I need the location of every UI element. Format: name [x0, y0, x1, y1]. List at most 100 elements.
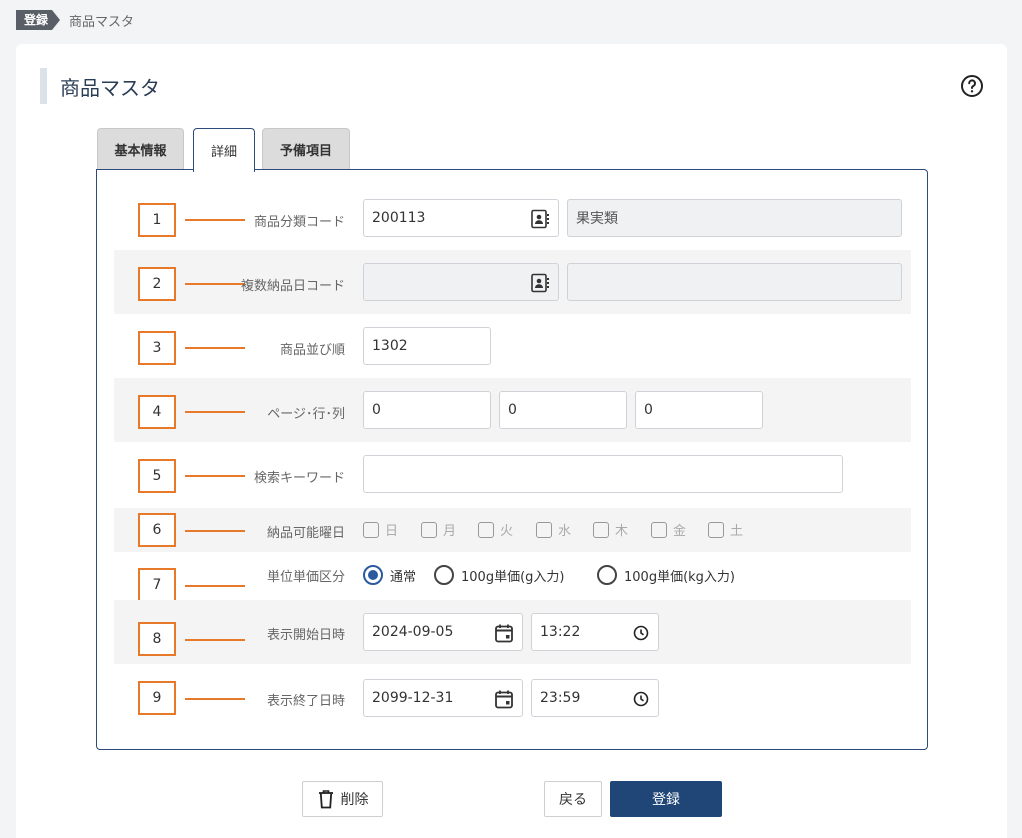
checkbox-label: 月: [443, 524, 457, 539]
checkbox-sunday[interactable]: 日: [363, 520, 398, 539]
row-number: 6: [138, 513, 176, 547]
category-name-display: 果実類: [567, 199, 902, 237]
breadcrumb: 登録 商品マスタ: [16, 9, 134, 31]
row-page-row-column: 4 ページ･行･列 0 0 0: [114, 378, 911, 442]
radio-dot[interactable]: [434, 565, 454, 585]
sort-order-input[interactable]: 1302: [363, 327, 491, 365]
search-keyword-input[interactable]: [363, 455, 843, 493]
radio-dot[interactable]: [363, 565, 383, 585]
page-input[interactable]: 0: [363, 391, 491, 429]
checkbox-wednesday[interactable]: 水: [536, 520, 571, 539]
breadcrumb-tag[interactable]: 登録: [16, 10, 61, 30]
checkbox-label: 土: [730, 524, 744, 539]
checkbox-monday[interactable]: 月: [421, 520, 456, 539]
calendar-icon[interactable]: [494, 689, 514, 709]
checkbox-box[interactable]: [421, 521, 437, 538]
radio-100g-kg-input[interactable]: 100g単価(kg入力): [597, 565, 735, 585]
category-code-value: 200113: [372, 210, 426, 226]
row-display-end: 9 表示終了日時 2099-12-31 23:59: [114, 664, 911, 734]
checkbox-box[interactable]: [651, 521, 667, 538]
tab-basic-info[interactable]: 基本情報: [97, 128, 184, 170]
row-search-keyword: 5 検索キーワード: [114, 442, 911, 506]
radio-100g-g-input[interactable]: 100g単価(g入力): [434, 565, 564, 585]
clock-icon[interactable]: [632, 690, 650, 708]
row-connector-line: [185, 639, 245, 641]
radio-label: 通常: [390, 569, 417, 585]
row-sort-order: 3 商品並び順 1302: [114, 314, 911, 378]
row-connector-line: [185, 411, 245, 413]
field-label: 表示終了日時: [266, 694, 345, 709]
row-connector-line: [185, 530, 245, 532]
row-number: 8: [138, 622, 176, 656]
start-time-input[interactable]: 13:22: [531, 613, 659, 651]
tab-spare-items[interactable]: 予備項目: [262, 128, 350, 170]
field-label: 商品並び順: [279, 343, 345, 358]
page-title: 商品マスタ: [60, 76, 160, 100]
row-connector-line: [185, 219, 245, 221]
delete-button-label: 削除: [340, 792, 369, 808]
field-label: 表示開始日時: [266, 628, 345, 643]
end-time-value: 23:59: [540, 690, 581, 706]
contact-book-icon[interactable]: [530, 209, 550, 229]
checkbox-thursday[interactable]: 木: [593, 520, 628, 539]
start-date-input[interactable]: 2024-09-05: [363, 613, 523, 651]
contact-book-icon[interactable]: [530, 273, 550, 293]
field-label: 納品可能曜日: [266, 526, 345, 541]
radio-dot[interactable]: [597, 565, 617, 585]
field-label: ページ･行･列: [267, 407, 345, 422]
row-number: 2: [138, 267, 176, 301]
radio-label: 100g単価(kg入力): [624, 569, 735, 585]
column-input[interactable]: 0: [635, 391, 763, 429]
field-label: 商品分類コード: [253, 215, 345, 230]
radio-normal[interactable]: 通常: [363, 565, 416, 585]
field-label: 検索キーワード: [253, 471, 345, 486]
field-label: 複数納品日コード: [240, 279, 345, 294]
row-multiple-delivery-code: 2 複数納品日コード: [114, 250, 911, 314]
checkbox-box[interactable]: [363, 521, 379, 538]
delete-button[interactable]: 削除: [302, 781, 383, 817]
category-code-input[interactable]: 200113: [363, 199, 559, 237]
row-product-category: 1 商品分類コード 200113 果実類: [114, 186, 911, 250]
checkbox-saturday[interactable]: 土: [708, 520, 743, 539]
row-number: 1: [138, 203, 176, 237]
row-connector-line: [185, 698, 245, 700]
checkbox-box[interactable]: [593, 521, 609, 538]
checkbox-label: 日: [385, 524, 399, 539]
field-label: 単位単価区分: [266, 570, 345, 585]
start-date-value: 2024-09-05: [372, 624, 454, 640]
end-time-input[interactable]: 23:59: [531, 679, 659, 717]
row-number: 9: [138, 681, 176, 715]
checkbox-friday[interactable]: 金: [651, 520, 686, 539]
checkbox-label: 金: [673, 524, 687, 539]
calendar-icon[interactable]: [494, 623, 514, 643]
row-number: 3: [138, 331, 176, 365]
row-input[interactable]: 0: [499, 391, 627, 429]
checkbox-label: 火: [500, 524, 514, 539]
end-date-input[interactable]: 2099-12-31: [363, 679, 523, 717]
trash-icon: [318, 790, 333, 809]
row-display-start: 8 表示開始日時 2024-09-05 13:22: [114, 600, 911, 664]
start-time-value: 13:22: [540, 624, 581, 640]
row-connector-line: [185, 283, 245, 285]
row-connector-line: [185, 585, 245, 587]
help-circle-icon[interactable]: [960, 74, 984, 98]
checkbox-label: 木: [615, 524, 629, 539]
delivery-code-input: [363, 263, 559, 301]
row-number: 5: [138, 459, 176, 493]
checkbox-box[interactable]: [536, 521, 552, 538]
radio-label: 100g単価(g入力): [461, 569, 565, 585]
checkbox-box[interactable]: [478, 521, 494, 538]
row-connector-line: [185, 475, 245, 477]
row-number: 4: [138, 395, 176, 429]
end-date-value: 2099-12-31: [372, 690, 454, 706]
checkbox-box[interactable]: [708, 521, 724, 538]
clock-icon[interactable]: [632, 624, 650, 642]
tab-details[interactable]: 詳細: [193, 128, 255, 172]
main-card: 商品マスタ 基本情報 詳細 予備項目 1 商品分類コード 200113 果実類: [16, 44, 1007, 838]
checkbox-label: 水: [558, 524, 572, 539]
delivery-name-display: [567, 263, 902, 301]
register-button[interactable]: 登録: [610, 781, 722, 817]
back-button[interactable]: 戻る: [544, 781, 602, 817]
checkbox-tuesday[interactable]: 火: [478, 520, 513, 539]
breadcrumb-page: 商品マスタ: [69, 14, 135, 30]
